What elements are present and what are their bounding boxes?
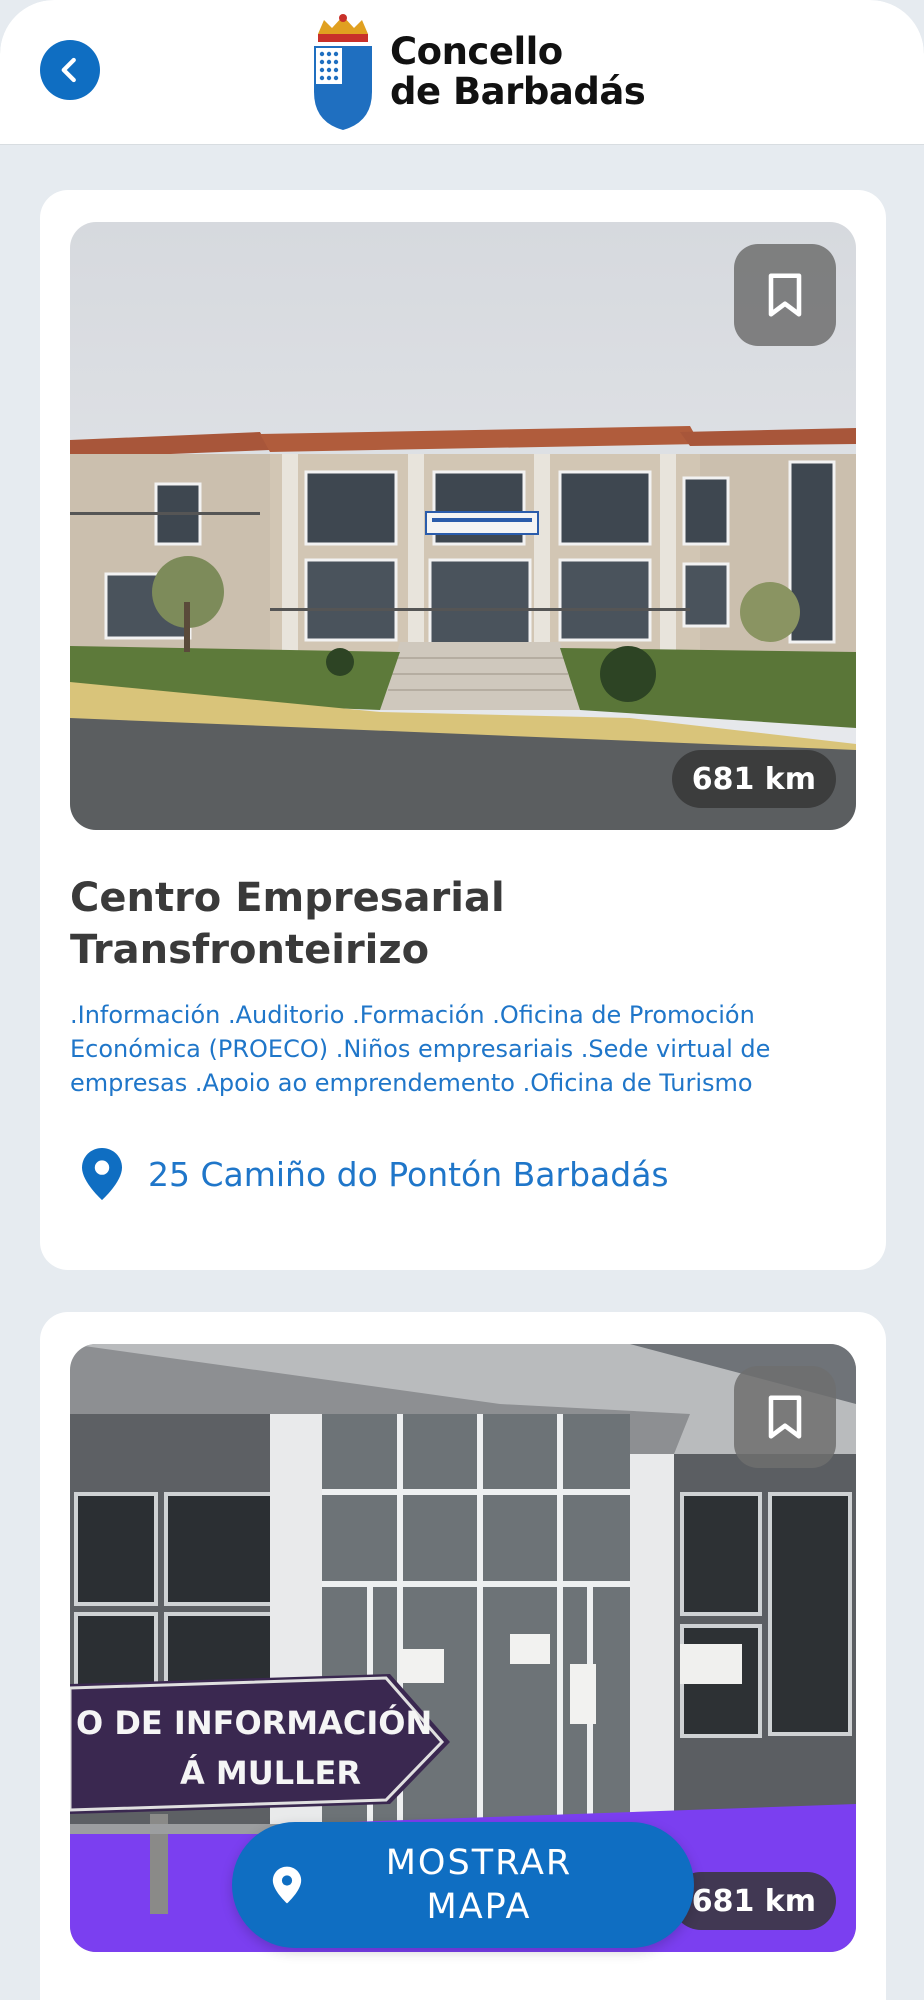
top-bar: Concello de Barbadás bbox=[0, 0, 924, 144]
place-title[interactable]: Centro Empresarial Transfronteirizo bbox=[70, 872, 830, 976]
bookmark-button[interactable] bbox=[734, 244, 836, 346]
bookmark-icon bbox=[768, 273, 802, 317]
place-address: 25 Camiño do Pontón Barbadás bbox=[148, 1154, 669, 1194]
distance-badge: 681 km bbox=[671, 750, 836, 808]
sign-text-line-1: O DE INFORMACIÓN bbox=[76, 1703, 432, 1742]
bookmark-button[interactable] bbox=[734, 1366, 836, 1468]
place-description: .Información .Auditorio .Formación .Ofic… bbox=[70, 1001, 771, 1097]
place-card[interactable]: 681 km Centro Empresarial Transfronteiri… bbox=[40, 190, 886, 1270]
logo-wordmark: Concello de Barbadás bbox=[390, 30, 646, 113]
show-map-button[interactable]: MOSTRAR MAPA bbox=[232, 1822, 694, 1948]
sign-text-line-2: Á MULLER bbox=[180, 1754, 361, 1792]
coat-of-arms-icon bbox=[314, 14, 372, 130]
back-button[interactable] bbox=[40, 40, 100, 100]
bookmark-icon bbox=[768, 1395, 802, 1439]
municipality-logo: Concello de Barbadás bbox=[310, 12, 646, 132]
show-map-label: MOSTRAR MAPA bbox=[385, 1843, 573, 1927]
chevron-left-icon bbox=[61, 57, 76, 83]
logo-line-1: Concello bbox=[390, 30, 563, 73]
location-pin-icon bbox=[82, 1148, 122, 1200]
place-photo: 681 km bbox=[70, 222, 856, 830]
address-row[interactable]: 25 Camiño do Pontón Barbadás bbox=[70, 1146, 669, 1202]
distance-badge: 681 km bbox=[671, 1872, 836, 1930]
app-screen: Concello de Barbadás 681 km Centro Empre… bbox=[0, 0, 924, 2000]
map-pin-icon bbox=[272, 1866, 302, 1904]
logo-line-2: de Barbadás bbox=[390, 70, 646, 113]
